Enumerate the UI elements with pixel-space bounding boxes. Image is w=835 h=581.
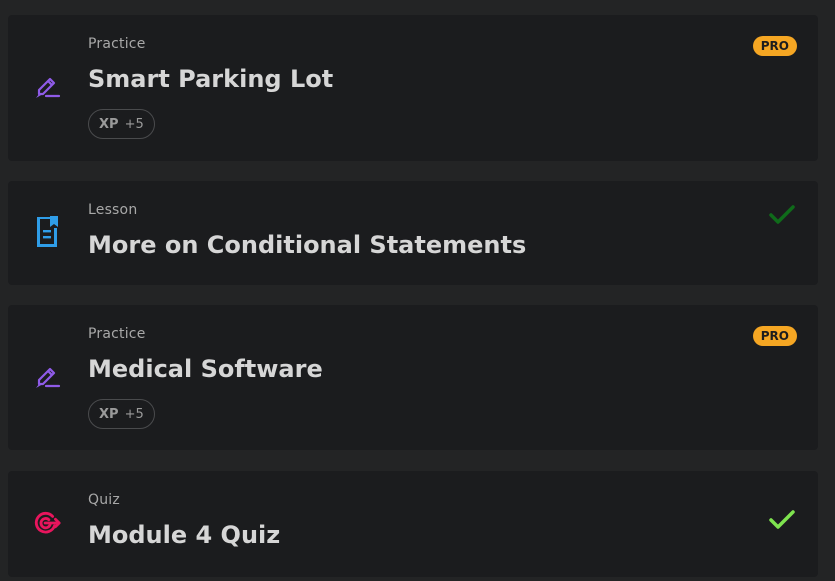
item-title[interactable]: Medical Software: [88, 355, 323, 383]
pro-badge: PRO: [752, 36, 797, 56]
xp-value: +5: [124, 116, 144, 132]
list-item-quiz[interactable]: Quiz Module 4 Quiz: [8, 471, 818, 577]
check-icon: [768, 508, 796, 532]
item-type-label: Practice: [88, 36, 146, 52]
list-item-practice[interactable]: Practice Smart Parking Lot XP +5 PRO: [8, 15, 818, 161]
item-title[interactable]: Module 4 Quiz: [88, 521, 280, 549]
item-type-label: Quiz: [88, 492, 120, 508]
xp-chip: XP +5: [88, 399, 155, 429]
list-item-lesson[interactable]: Lesson More on Conditional Statements: [8, 181, 818, 285]
pencil-icon: [32, 72, 62, 102]
item-title[interactable]: Smart Parking Lot: [88, 65, 333, 93]
item-title[interactable]: More on Conditional Statements: [88, 231, 526, 259]
pro-badge: PRO: [752, 326, 797, 346]
xp-chip: XP +5: [88, 109, 155, 139]
xp-value: +5: [124, 406, 144, 422]
item-type-label: Lesson: [88, 202, 138, 218]
module-item-list: Practice Smart Parking Lot XP +5 PRO Les…: [0, 0, 835, 581]
xp-label: XP: [99, 116, 119, 132]
check-icon: [768, 203, 796, 227]
list-item-practice[interactable]: Practice Medical Software XP +5 PRO: [8, 305, 818, 450]
item-type-label: Practice: [88, 326, 146, 342]
pencil-icon: [32, 362, 62, 392]
target-icon: [32, 508, 62, 538]
lesson-document-icon: [32, 216, 62, 247]
xp-label: XP: [99, 406, 119, 422]
